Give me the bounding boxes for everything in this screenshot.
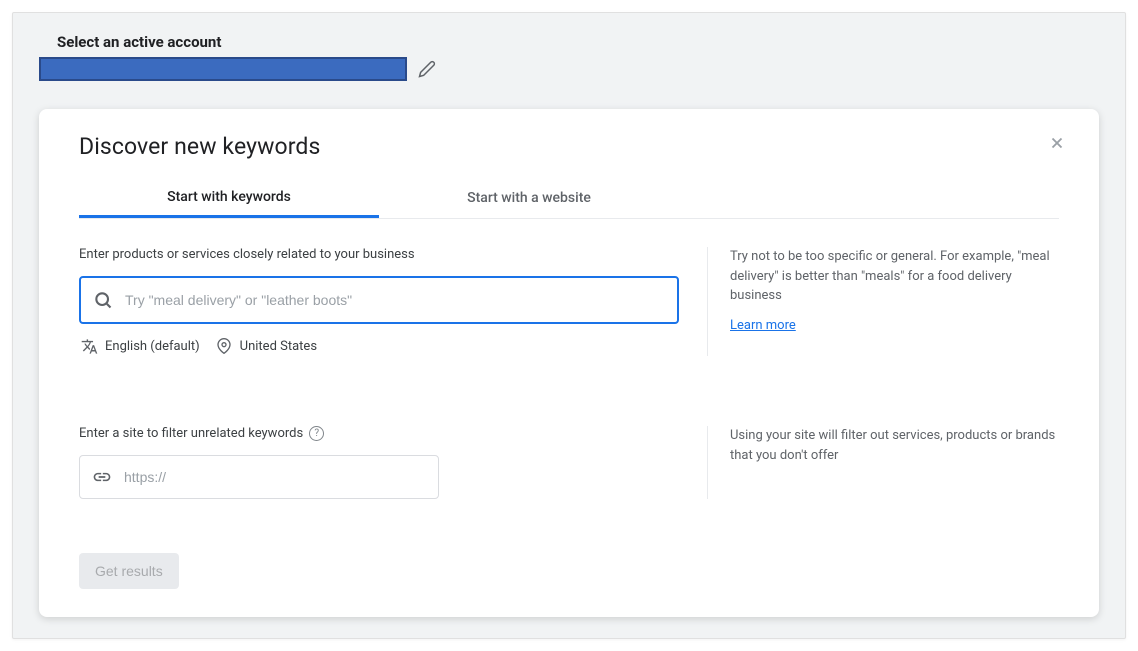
link-icon — [92, 467, 112, 487]
learn-more-link[interactable]: Learn more — [730, 316, 796, 336]
account-label: Select an active account — [57, 33, 1125, 51]
site-label: Enter a site to filter unrelated keyword… — [79, 426, 679, 441]
help-icon[interactable]: ? — [309, 426, 324, 441]
discover-card: Discover new keywords Start with keyword… — [39, 109, 1099, 617]
edit-icon[interactable] — [417, 59, 437, 79]
language-selector[interactable]: English (default) — [79, 336, 200, 356]
keyword-meta-row: English (default) United States — [79, 336, 679, 356]
location-selector[interactable]: United States — [214, 336, 317, 356]
keyword-label: Enter products or services closely relat… — [79, 247, 679, 262]
tabs: Start with keywords Start with a website — [79, 178, 1059, 219]
account-select-row — [13, 57, 1125, 81]
keyword-section: Enter products or services closely relat… — [79, 247, 1059, 356]
location-icon — [214, 336, 234, 356]
keyword-tip: Try not to be too specific or general. F… — [707, 247, 1059, 356]
keyword-input[interactable] — [125, 292, 665, 308]
language-icon — [79, 336, 99, 356]
site-tip: Using your site will filter out services… — [707, 426, 1059, 499]
keyword-left: Enter products or services closely relat… — [79, 247, 679, 356]
close-icon[interactable] — [1045, 131, 1069, 155]
keyword-input-wrap[interactable] — [79, 276, 679, 324]
site-left: Enter a site to filter unrelated keyword… — [79, 426, 679, 499]
location-text: United States — [240, 339, 317, 354]
tab-start-website[interactable]: Start with a website — [379, 178, 679, 218]
site-input-wrap[interactable] — [79, 455, 439, 499]
tab-start-keywords[interactable]: Start with keywords — [79, 178, 379, 218]
get-results-button[interactable]: Get results — [79, 553, 179, 589]
keyword-tip-text: Try not to be too specific or general. F… — [730, 247, 1059, 306]
site-tip-text: Using your site will filter out services… — [730, 426, 1059, 465]
account-dropdown[interactable] — [39, 57, 407, 81]
language-text: English (default) — [105, 339, 200, 354]
site-input[interactable] — [124, 469, 426, 485]
page-container: Select an active account Discover new ke… — [12, 12, 1126, 639]
account-header: Select an active account — [13, 13, 1125, 51]
card-title: Discover new keywords — [79, 133, 1059, 160]
site-section: Enter a site to filter unrelated keyword… — [79, 426, 1059, 499]
site-label-text: Enter a site to filter unrelated keyword… — [79, 426, 303, 441]
search-icon — [93, 290, 113, 310]
